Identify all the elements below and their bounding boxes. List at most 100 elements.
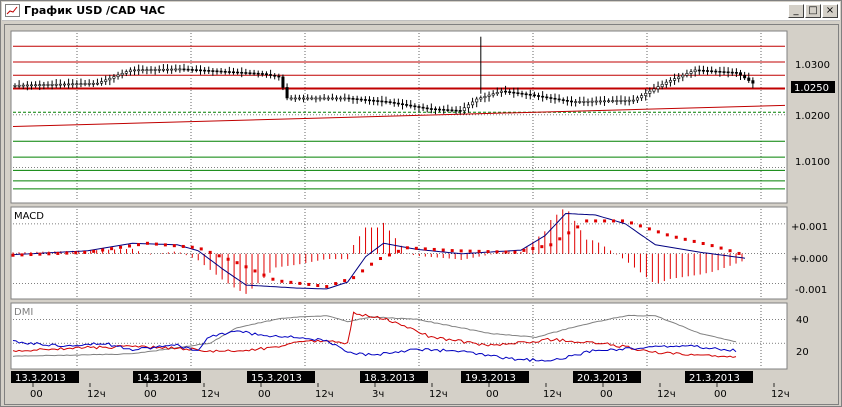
price-candle-body — [248, 72, 252, 75]
price-candle-body — [157, 69, 161, 71]
price-candle-body — [252, 72, 256, 75]
price-candle-body — [619, 100, 623, 102]
window-title: График USD /CAD ЧАС — [24, 4, 166, 17]
macd-signal-dot — [119, 245, 123, 249]
price-candle-body — [380, 100, 384, 103]
minimize-icon: _ — [793, 5, 799, 16]
date-label: 20.3.2013 — [577, 373, 628, 384]
price-candle-body — [677, 76, 681, 79]
price-candle-body — [582, 101, 586, 103]
macd-signal-dot — [325, 285, 329, 289]
price-candle-body — [466, 104, 470, 109]
price-candle-body — [227, 71, 231, 73]
price-candle-body — [512, 91, 516, 94]
date-label: 21.3.2013 — [689, 373, 740, 384]
price-candle-body — [363, 99, 367, 101]
price-candle-body — [170, 68, 174, 71]
macd-signal-dot — [370, 262, 374, 266]
macd-panel[interactable] — [10, 206, 788, 300]
price-axis-label: 1.0200 — [795, 111, 830, 122]
macd-axis-label: -0.001 — [795, 285, 827, 296]
price-candle-body — [112, 76, 116, 79]
price-candle-body — [318, 97, 322, 100]
price-candle-body — [479, 97, 483, 100]
macd-signal-dot — [728, 249, 732, 253]
price-candle-body — [289, 97, 293, 100]
price-candle-body — [326, 97, 330, 100]
price-candle-body — [95, 82, 99, 85]
price-candle-body — [751, 80, 755, 84]
price-candle-body — [285, 87, 289, 99]
price-candle-body — [17, 84, 21, 87]
price-candle-body — [405, 104, 409, 106]
macd-axis-label: +0.001 — [791, 222, 828, 233]
price-candle-body — [13, 85, 17, 87]
macd-signal-dot — [271, 277, 275, 281]
macd-signal-dot — [289, 280, 293, 284]
maximize-button[interactable]: □ — [805, 4, 821, 18]
price-candle-body — [133, 69, 137, 72]
price-candle-body — [58, 83, 62, 86]
price-candle-body — [67, 83, 71, 86]
chart-canvas[interactable]: 1.0300 1.0250 1.0200 1.0100 MACD +0.001 … — [5, 25, 838, 404]
macd-signal-dot — [172, 244, 176, 248]
price-candle-body — [458, 110, 462, 112]
price-candle-body — [644, 93, 648, 96]
price-candle-body — [186, 68, 190, 71]
price-candle-body — [79, 83, 83, 85]
price-candle-body — [384, 101, 388, 103]
time-tick-label: 12ч — [771, 389, 790, 400]
close-button[interactable]: × — [822, 4, 838, 18]
price-candle-body — [330, 97, 334, 100]
minimize-button[interactable]: _ — [788, 4, 804, 18]
macd-signal-dot — [612, 219, 616, 223]
date-label: 13.3.2013 — [15, 373, 66, 384]
macd-signal-dot — [621, 219, 625, 223]
macd-signal-dot — [235, 261, 239, 265]
price-candle-body — [347, 97, 351, 100]
macd-axis-label: +0.000 — [791, 254, 828, 265]
price-candle-body — [21, 84, 25, 87]
price-candle-body — [734, 72, 738, 74]
macd-signal-dot — [154, 242, 158, 246]
macd-signal-dot — [163, 243, 167, 247]
price-candle-body — [128, 69, 132, 72]
price-candle-body — [256, 72, 260, 75]
dmi-panel[interactable] — [10, 302, 788, 370]
price-candle-body — [42, 84, 46, 86]
price-candle-body — [25, 84, 29, 87]
macd-signal-dot — [719, 246, 723, 250]
macd-signal-dot — [244, 265, 248, 269]
price-candle-body — [693, 69, 697, 73]
price-candle-body — [706, 70, 710, 72]
price-candle-body — [499, 90, 503, 93]
time-tick-label: 00 — [486, 389, 499, 400]
price-candle-body — [718, 71, 722, 73]
price-candle-body — [656, 86, 660, 90]
price-candle-body — [689, 71, 693, 74]
price-panel[interactable] — [10, 30, 788, 204]
price-candle-body — [87, 83, 91, 85]
macd-signal-dot — [486, 250, 490, 254]
macd-signal-dot — [513, 250, 517, 254]
price-candle-body — [726, 71, 730, 74]
macd-signal-dot — [441, 248, 445, 252]
title-bar[interactable]: График USD /CAD ЧАС _ □ × — [2, 2, 840, 21]
price-candle-body — [557, 98, 561, 101]
price-candle-body — [528, 93, 532, 96]
macd-signal-dot — [262, 273, 266, 277]
macd-signal-dot — [674, 235, 678, 239]
price-candle-body — [322, 97, 326, 100]
price-candle-body — [54, 83, 58, 86]
price-candle-body — [537, 95, 541, 97]
macd-signal-dot — [414, 246, 418, 250]
price-candle-body — [739, 72, 743, 76]
price-candle-body — [586, 100, 590, 103]
price-axis-label: 1.0100 — [795, 157, 830, 168]
price-candle-body — [545, 96, 549, 99]
price-candle-body — [611, 100, 615, 102]
macd-signal-dot — [647, 227, 651, 231]
macd-signal-dot — [522, 248, 526, 252]
macd-signal-dot — [307, 282, 311, 286]
price-candle-body — [400, 103, 404, 106]
